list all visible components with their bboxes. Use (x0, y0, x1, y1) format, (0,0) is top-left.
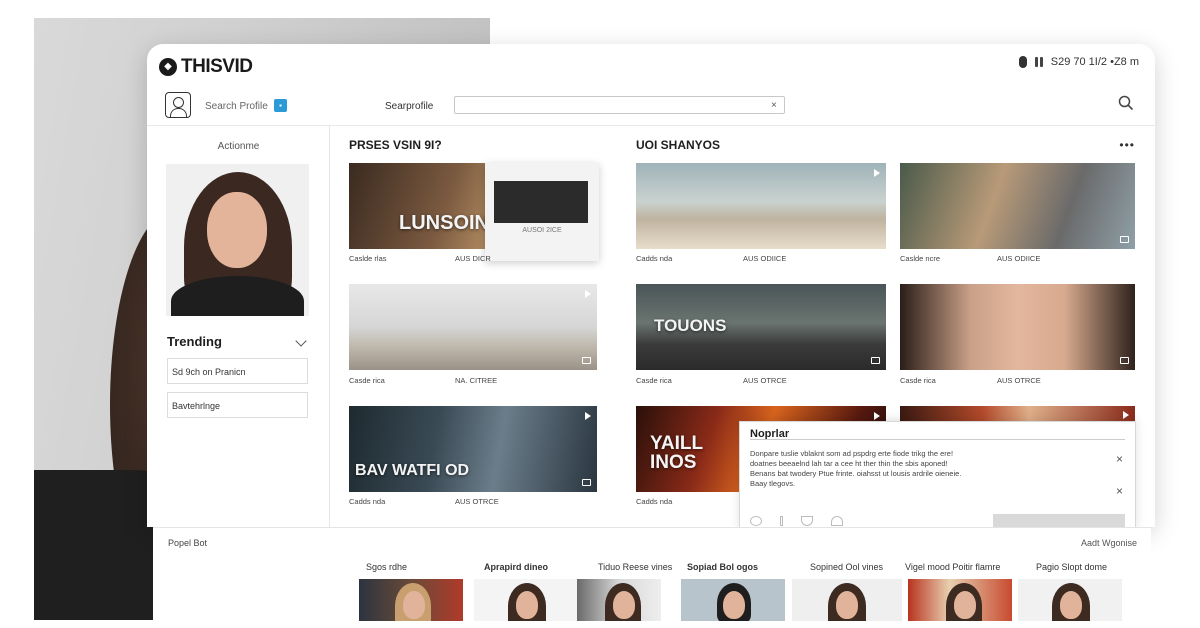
profile-photo[interactable] (166, 164, 309, 316)
video-title: BAV WATFI OD (355, 462, 470, 479)
search-icon[interactable] (1117, 94, 1135, 112)
close-icon[interactable]: × (1116, 484, 1123, 498)
play-icon[interactable] (585, 290, 591, 298)
bottom-thumbnail[interactable] (792, 579, 902, 621)
sidebar: Actionme Trending Sd 9ch on Pranicn Bavt… (147, 126, 330, 527)
captions-icon[interactable] (1120, 357, 1129, 364)
search-profile-link[interactable]: Search Profile (205, 101, 268, 112)
trending-item[interactable]: Bavtehrlnge (167, 392, 308, 418)
bottom-thumbnail[interactable] (681, 579, 785, 621)
search-row: Search Profile ▪ Searprofile × (147, 88, 1155, 126)
video-meta-right: AUS DICR (455, 254, 491, 263)
video-meta-left: Caslde rlas (349, 254, 387, 263)
search-profile-badge-icon[interactable]: ▪ (274, 99, 287, 112)
captions-icon[interactable] (1120, 236, 1129, 243)
logo[interactable]: ◆ THISVID (159, 56, 253, 78)
video-thumbnail[interactable] (349, 284, 597, 370)
logo-mark-icon: ◆ (159, 58, 177, 76)
video-meta-right: AUS OTRCE (997, 376, 1041, 385)
more-icon[interactable]: ••• (1119, 138, 1135, 152)
hover-preview-card[interactable]: AUSOI 2ICE (485, 163, 599, 261)
preview-thumbnail (494, 181, 588, 223)
bottom-thumbnail[interactable] (577, 579, 661, 621)
bottom-column-label: Pagio Slopt dome (1036, 562, 1108, 572)
search-input[interactable] (454, 96, 785, 114)
top-right-status: S29 70 1I/2 •Z8 m (1018, 56, 1139, 68)
popup-toolbar (750, 514, 1125, 528)
bottom-column-label: Sgos rdhe (366, 562, 408, 572)
play-icon[interactable] (1123, 411, 1129, 419)
popup-control-icon[interactable] (831, 516, 843, 526)
video-title: YAILL INOS (650, 433, 703, 473)
video-thumbnail[interactable] (900, 284, 1135, 370)
bottom-thumbnail[interactable] (474, 579, 578, 621)
bottom-column-label: Tiduo Reese vines (598, 562, 673, 572)
video-meta-right: NA. CITREE (455, 376, 498, 385)
play-icon[interactable] (874, 412, 880, 420)
bottom-panel-link[interactable]: Aadt Wgonise (1081, 538, 1137, 548)
clear-icon[interactable]: × (771, 100, 777, 111)
captions-icon[interactable] (871, 357, 880, 364)
captions-icon[interactable] (582, 357, 591, 364)
play-icon[interactable] (585, 412, 591, 420)
bottom-column-label: Vigel mood Poitir flamre (905, 562, 1001, 572)
popup-action-button[interactable] (993, 514, 1125, 528)
trending-item[interactable]: Sd 9ch on Pranicn (167, 358, 308, 384)
bottom-panel-title: Popel Bot (168, 538, 208, 548)
bottom-thumbnail[interactable] (359, 579, 463, 621)
video-title: TOUONS (654, 316, 727, 335)
popup-control-icon[interactable] (750, 516, 762, 526)
video-title: LUNSOIN (399, 212, 489, 234)
sidebar-heading: Actionme (217, 141, 260, 152)
video-meta-left: Caslde ncre (900, 254, 941, 263)
video-thumbnail[interactable]: TOUONS (636, 284, 886, 370)
video-meta-right: AUS OTRCE (455, 497, 499, 506)
popup-control-icon[interactable] (801, 516, 813, 526)
video-meta-left: Casde rica (636, 376, 672, 385)
video-meta-right: AUS ODIICE (743, 254, 787, 263)
bottom-column-label: Aprapird dineo (484, 562, 549, 572)
video-meta-left: Casde rica (900, 376, 936, 385)
close-icon[interactable]: × (1116, 452, 1123, 466)
search-label: Searprofile (385, 101, 434, 112)
popup-control-icon[interactable] (780, 516, 783, 526)
trending-title: Trending (167, 334, 222, 349)
logo-text: THISVID (181, 56, 253, 77)
video-thumbnail[interactable] (900, 163, 1135, 249)
preview-label: AUSOI 2ICE (522, 227, 562, 234)
video-thumbnail[interactable]: BAV WATFI OD (349, 406, 597, 492)
video-meta-left: Cadds nda (636, 497, 673, 506)
section-title-right: UOI SHANYOS (636, 138, 721, 152)
bottom-column-label: Sopiad Bol ogos (687, 562, 758, 572)
popup-text: Donpare tuslie vblaknt som ad pspdrg ert… (750, 449, 962, 488)
notification-popup[interactable]: Noprlar Donpare tuslie vblaknt som ad ps… (739, 421, 1136, 531)
video-thumbnail[interactable] (636, 163, 886, 249)
bottom-thumbnail[interactable] (908, 579, 1012, 621)
video-meta-left: Cadds nda (349, 497, 386, 506)
chevron-down-icon[interactable] (295, 335, 307, 347)
pause-icon[interactable] (1034, 57, 1043, 67)
top-bar: ◆ THISVID S29 70 1I/2 •Z8 m (147, 44, 1155, 88)
video-meta-left: Cadds nda (636, 254, 673, 263)
video-meta-right: AUS OTRCE (743, 376, 787, 385)
video-meta-left: Casde rica (349, 376, 385, 385)
video-meta-right: AUS ODIICE (997, 254, 1041, 263)
section-title-left: PRSES VSIN 9I? (349, 138, 442, 152)
bottom-column-label: Sopined Ool vines (810, 562, 884, 572)
play-icon[interactable] (874, 169, 880, 177)
status-text: S29 70 1I/2 •Z8 m (1050, 56, 1139, 68)
profile-button[interactable] (165, 92, 191, 118)
bottom-panel: Popel Bot Aadt Wgonise Sgos rdhe Aprapir… (153, 527, 1151, 628)
popup-divider (750, 439, 1125, 440)
captions-icon[interactable] (582, 479, 591, 486)
mic-icon[interactable] (1018, 56, 1027, 68)
bottom-thumbnail[interactable] (1018, 579, 1122, 621)
